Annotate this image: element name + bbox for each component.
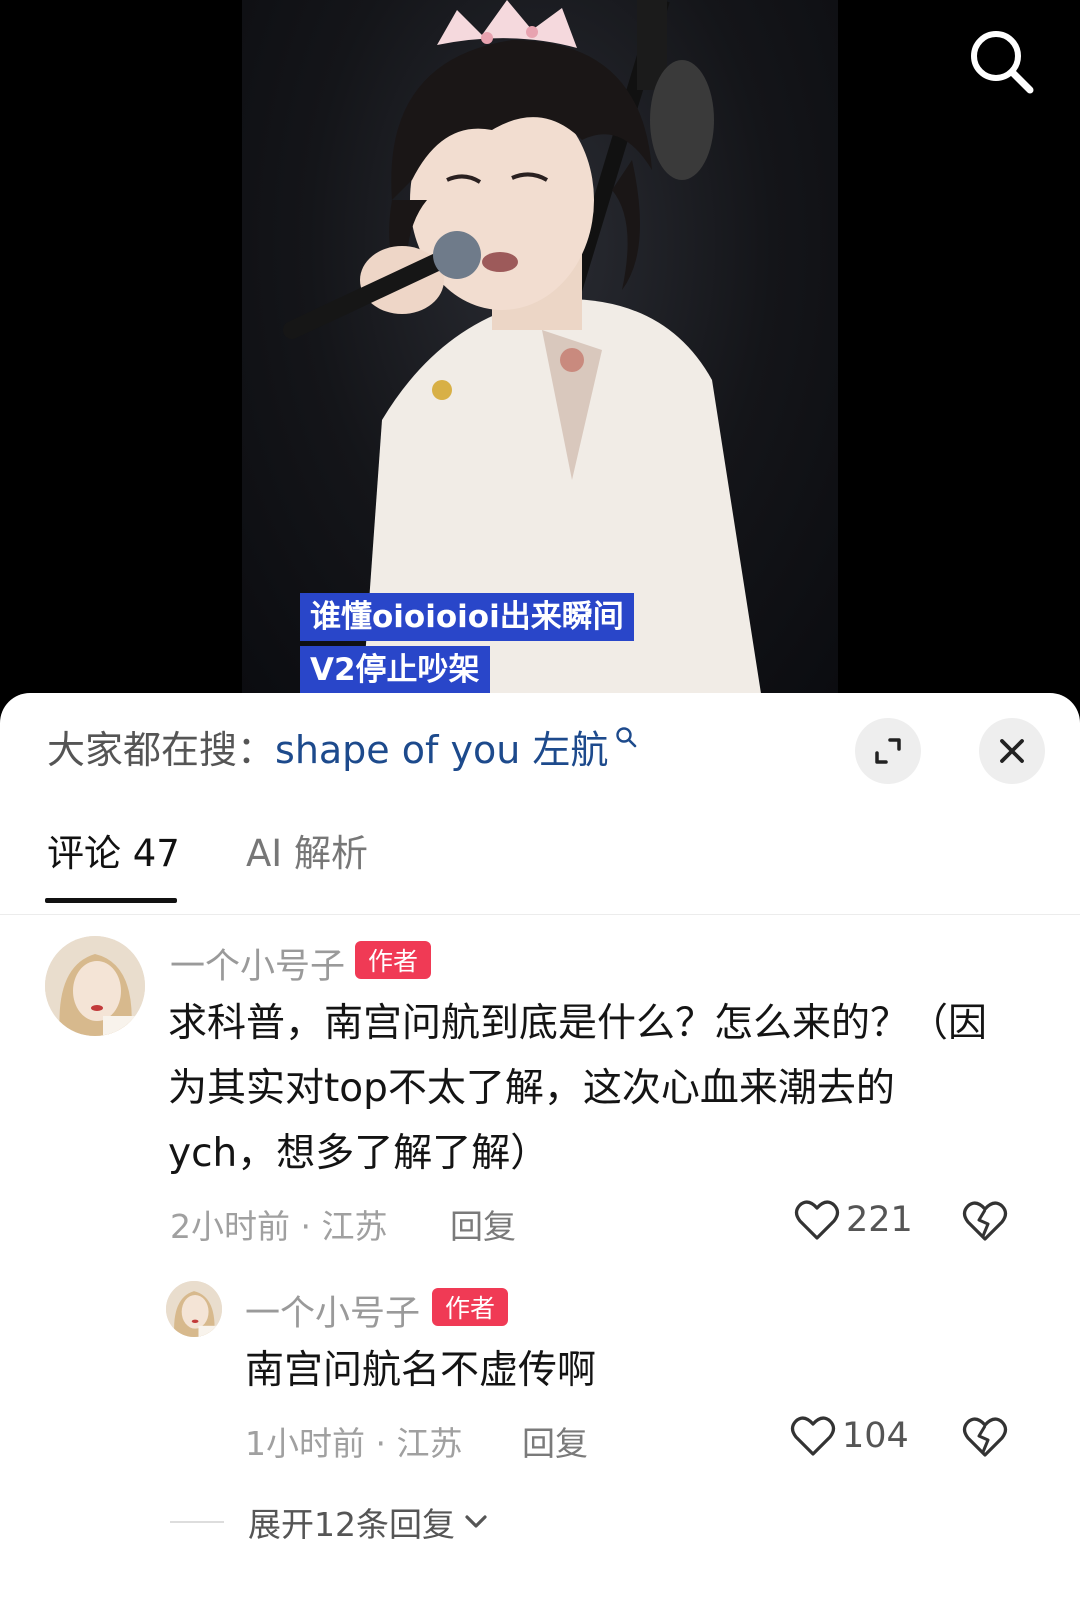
reply-button[interactable]: 回复	[522, 1417, 588, 1465]
search-suggestion-prefix: 大家都在搜：	[47, 727, 276, 772]
search-icon	[971, 31, 1034, 94]
video-subtitle-line1: 谁懂oioioioi出来瞬间	[300, 593, 634, 641]
avatar-image	[45, 936, 145, 1036]
close-icon	[1000, 739, 1024, 763]
dislike-icon[interactable]	[962, 1414, 1008, 1460]
author-badge: 作者	[355, 941, 431, 979]
search-button[interactable]	[964, 24, 1044, 104]
search-suggestion-term[interactable]: shape of you 左航	[275, 719, 608, 774]
reply-button[interactable]: 回复	[450, 1200, 516, 1248]
like-button[interactable]: 221	[794, 1198, 913, 1242]
expand-icon	[875, 738, 901, 764]
author-badge: 作者	[432, 1288, 508, 1326]
comment-sheet: 大家都在搜： shape of you 左航 评论 47 AI 解析 一个小号子…	[0, 693, 1080, 1598]
reply-username[interactable]: 一个小号子	[245, 1285, 420, 1336]
avatar[interactable]	[45, 936, 145, 1036]
avatar-image	[166, 1281, 222, 1337]
like-count: 104	[842, 1416, 909, 1456]
video-player[interactable]: 谁懂oioioioi出来瞬间 V2停止吵架	[0, 0, 1080, 700]
like-button[interactable]: 104	[790, 1414, 909, 1458]
video-subtitle-line2: V2停止吵架	[300, 646, 490, 694]
close-button[interactable]	[979, 718, 1045, 784]
search-icon	[616, 727, 637, 748]
active-tab-indicator	[45, 898, 177, 903]
tab-bar: 评论 47 AI 解析	[0, 803, 1080, 915]
like-count: 221	[846, 1200, 913, 1240]
reply-text: 南宫问航名不虚传啊	[245, 1348, 597, 1393]
reply-meta: 1小时前 · 江苏	[245, 1424, 463, 1463]
search-suggestion[interactable]: 大家都在搜： shape of you 左航	[47, 715, 638, 777]
comment-meta: 2小时前 · 江苏	[170, 1207, 388, 1246]
divider-line	[170, 1521, 224, 1523]
heart-icon	[794, 1200, 840, 1240]
tab-ai-analysis[interactable]: AI 解析	[246, 823, 368, 877]
reply-avatar[interactable]	[166, 1281, 222, 1337]
comment-text: 求科普，南宫问航到底是什么？怎么来的？（因为其实对top不太了解，这次心血来潮去…	[168, 1001, 988, 1176]
chevron-down-icon	[465, 1515, 487, 1528]
tab-comments[interactable]: 评论 47	[47, 823, 180, 877]
comment-username[interactable]: 一个小号子	[170, 938, 345, 989]
expand-button[interactable]	[855, 718, 921, 784]
heart-icon	[790, 1416, 836, 1456]
expand-replies-button[interactable]: 展开12条回复	[170, 1498, 491, 1546]
expand-replies-label: 展开12条回复	[248, 1505, 455, 1544]
dislike-icon[interactable]	[962, 1198, 1008, 1244]
